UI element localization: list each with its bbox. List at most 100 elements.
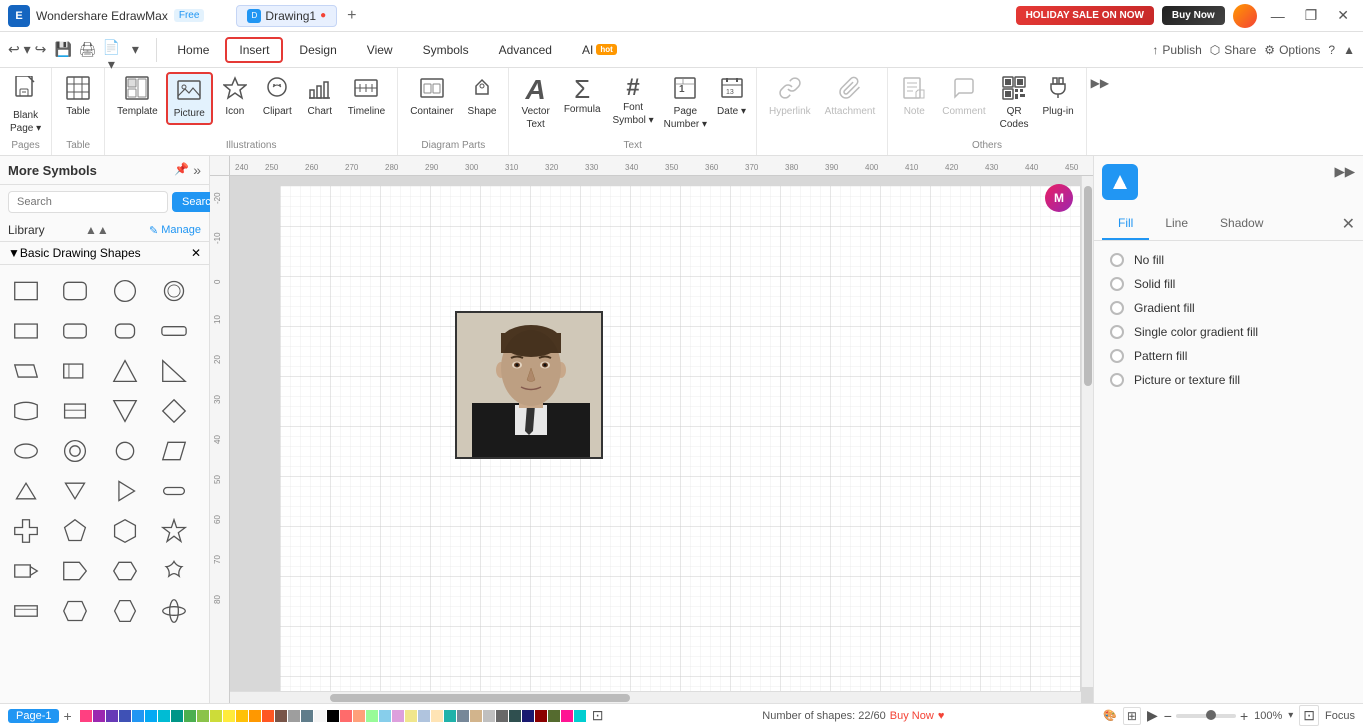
gradient-fill-radio[interactable] [1110,301,1124,315]
solid-fill-radio[interactable] [1110,277,1124,291]
color-swatch-brown[interactable] [275,710,287,722]
color-swatch-darkslate[interactable] [509,710,521,722]
shape-star-b[interactable] [156,553,192,589]
color-swatch-deeporange[interactable] [262,710,274,722]
color-swatch-lightsalmon[interactable] [353,710,365,722]
shape-rect-rounded2[interactable] [57,313,93,349]
publish-button[interactable]: ↑ Publish [1152,43,1201,57]
shape-oval[interactable] [8,433,44,469]
close-button[interactable]: ✕ [1331,7,1355,24]
document-tab[interactable]: D Drawing1 ● [236,5,337,27]
color-swatch-orange[interactable] [249,710,261,722]
shape-tri-sm3[interactable] [107,473,143,509]
menu-home[interactable]: Home [163,37,223,63]
shape-tri-sm2[interactable] [57,473,93,509]
comment-button[interactable]: Comment [936,72,991,121]
shape-star[interactable] [156,513,192,549]
tab-close-icon[interactable]: ● [320,10,326,21]
shape-pentagon[interactable] [57,513,93,549]
shape-banner[interactable] [8,393,44,429]
timeline-button[interactable]: Timeline [342,72,391,121]
shape-tri-sm[interactable] [8,473,44,509]
collapse-ribbon-button[interactable]: ▲ [1343,43,1355,57]
zoom-dropdown[interactable]: ▾ [1288,710,1293,721]
zoom-plus-button[interactable]: + [1240,708,1248,724]
shape-rect-c[interactable] [8,593,44,629]
right-panel-expand-button[interactable]: ▶▶ [1335,164,1356,180]
maximize-button[interactable]: ❐ [1299,7,1324,24]
color-swatch-lime[interactable] [210,710,222,722]
shape-rect-s[interactable] [57,393,93,429]
shape-rect-rounded3[interactable] [107,313,143,349]
minimize-button[interactable]: — [1265,8,1291,24]
formula-button[interactable]: Σ Formula [558,72,607,119]
menu-design[interactable]: Design [285,37,350,63]
color-swatch-moccasin[interactable] [431,710,443,722]
new-file-button[interactable]: 📄 ▾ [100,39,122,61]
add-page-button[interactable]: + [63,708,71,724]
color-swatch-deeppurple[interactable] [106,710,118,722]
shape-rect-b[interactable] [8,553,44,589]
color-swatch-khaki[interactable] [405,710,417,722]
color-swatch-plum[interactable] [392,710,404,722]
color-swatch-green[interactable] [184,710,196,722]
page-number-button[interactable]: 1 Page Number ▾ [660,72,711,134]
buy-now-status-link[interactable]: Buy Now [890,710,934,722]
shape-hexagon-b[interactable] [107,553,143,589]
print-button[interactable]: 🖨 [76,39,98,61]
pattern-fill-radio[interactable] [1110,349,1124,363]
shadow-tab[interactable]: Shadow [1204,208,1279,240]
color-swatch-black[interactable] [327,710,339,722]
blank-page-button[interactable]: Blank Page ▾ [6,72,45,138]
date-button[interactable]: 13 Date ▾ [713,72,750,121]
no-fill-radio[interactable] [1110,253,1124,267]
shape-ring[interactable] [57,433,93,469]
zoom-minus-button[interactable]: − [1164,708,1172,724]
color-swatch-salmon[interactable] [340,710,352,722]
shape-hexagon-d[interactable] [107,593,143,629]
chart-button[interactable]: Chart [300,72,340,121]
attachment-button[interactable]: Attachment [819,72,882,121]
shape-pentagon-b[interactable] [57,553,93,589]
manage-button[interactable]: ✎ Manage [149,224,201,237]
user-avatar[interactable] [1233,4,1257,28]
shape-parallelogram2[interactable] [156,433,192,469]
shape-triangle-u[interactable] [107,393,143,429]
panel-pin-icon[interactable]: 📌 [174,162,189,178]
color-swatch-purple[interactable] [93,710,105,722]
canvas-content[interactable]: M [230,176,1093,703]
shape-hexagon-c[interactable] [57,593,93,629]
shape-cross[interactable] [8,513,44,549]
zoom-slider-thumb[interactable] [1206,710,1216,720]
color-swatch-silver[interactable] [483,710,495,722]
color-swatch-palegreen[interactable] [366,710,378,722]
color-swatch-tan[interactable] [470,710,482,722]
holiday-sale-button[interactable]: HOLIDAY SALE ON NOW [1016,6,1154,25]
fit-window-button[interactable]: ⊡ [1299,705,1319,726]
new-tab-button[interactable]: + [343,7,360,25]
color-swatch-lightgreen[interactable] [197,710,209,722]
shape-hexagon[interactable] [107,513,143,549]
options-button[interactable]: ⚙ Options [1264,43,1320,57]
color-swatch-midnightblue[interactable] [522,710,534,722]
shape-rect[interactable] [8,273,44,309]
color-swatch-darkolive[interactable] [548,710,560,722]
color-swatch-pink2[interactable] [80,710,92,722]
color-swatch-grey[interactable] [288,710,300,722]
share-button[interactable]: ⬡ Share [1210,43,1257,57]
table-button[interactable]: Table [58,72,98,121]
qr-codes-button[interactable]: QR Codes [994,72,1035,134]
color-swatch-skyblue[interactable] [379,710,391,722]
template-button[interactable]: Template [111,72,164,121]
picture-button[interactable]: Picture [166,72,213,125]
color-swatch-yellow[interactable] [223,710,235,722]
panel-collapse-button[interactable]: » [193,162,201,178]
help-button[interactable]: ? [1328,43,1335,57]
color-swatch-lightseagreen[interactable] [444,710,456,722]
shape-parallelogram[interactable] [8,353,44,389]
color-swatch-white[interactable] [314,710,326,722]
shape-circle-outline[interactable] [156,273,192,309]
fit-page-icon[interactable]: ⊞ [1123,707,1141,725]
redo-button[interactable]: ↪ [35,41,47,58]
shape-star-c[interactable] [156,593,192,629]
